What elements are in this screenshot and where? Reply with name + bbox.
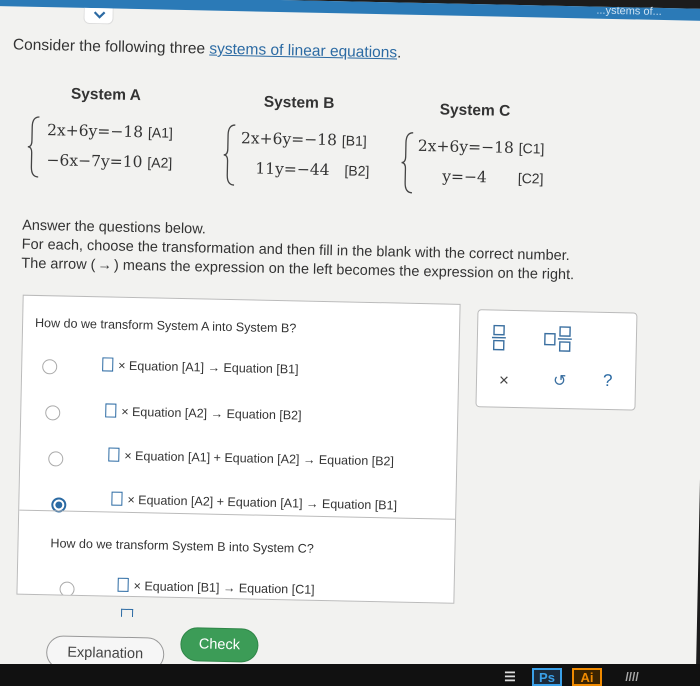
instructions: Answer the questions below. For each, ch…: [21, 217, 575, 286]
clear-icon[interactable]: ×: [499, 371, 509, 391]
systems-link[interactable]: systems of linear equations: [209, 41, 397, 62]
equation-a1-tag: [A1]: [147, 124, 174, 141]
menu-icon[interactable]: ☰: [497, 668, 523, 686]
equation-b2: 11y=−44 [B2]: [255, 160, 369, 180]
question1-option3-text: × Equation [A1] + Equation [A2] → Equati…: [124, 448, 395, 469]
blank-input[interactable]: [117, 577, 129, 592]
question1-option3: × Equation [A1] + Equation [A2] → Equati…: [108, 447, 394, 468]
help-icon[interactable]: ?: [603, 371, 613, 391]
question2-option1: × Equation [B1] → Equation [C1]: [117, 577, 315, 597]
question2-option1-text: × Equation [B1] → Equation [C1]: [133, 579, 315, 597]
question1-option2-radio[interactable]: [45, 405, 61, 421]
question1-option1-radio[interactable]: [42, 359, 58, 375]
question1-prompt: How do we transform System A into System…: [34, 315, 297, 336]
collapse-tab[interactable]: [83, 7, 114, 25]
question1-option2-text: × Equation [A2] → Equation [B2]: [121, 404, 302, 423]
system-b-brace: [223, 124, 236, 186]
equation-b2-tag: [B2]: [344, 162, 370, 179]
blank-input[interactable]: [108, 447, 120, 462]
question1-option2: × Equation [A2] → Equation [B2]: [105, 403, 302, 423]
equation-a2-tag: [A2]: [147, 154, 173, 171]
blank-input[interactable]: [120, 608, 134, 618]
system-a-heading: System A: [70, 85, 142, 105]
system-b-heading: System B: [263, 93, 335, 113]
app-icon[interactable]: ////: [612, 668, 652, 686]
topbar-title: ...ystems of...: [596, 4, 662, 18]
question-panel: How do we transform System A into System…: [16, 294, 461, 604]
question2-option1-radio[interactable]: [59, 581, 75, 597]
math-toolbox: × ↺ ?: [475, 309, 638, 411]
mixed-number-icon[interactable]: [544, 326, 573, 353]
illustrator-icon[interactable]: Ai: [572, 668, 602, 686]
equation-c1: 2x+6y=−18 [C1]: [418, 137, 545, 158]
equation-a2: −6x−7y=10 [A2]: [46, 151, 172, 172]
question1-option1: × Equation [A1] → Equation [B1]: [102, 357, 299, 376]
equation-b2-text: 11y=−44: [255, 159, 330, 180]
fraction-icon[interactable]: [491, 324, 507, 351]
instructions-line3-prefix: The arrow (: [21, 255, 96, 274]
equation-b1-tag: [B1]: [341, 132, 367, 149]
screen: ...ystems of... Consider the following t…: [0, 0, 700, 686]
system-c-brace: [401, 132, 414, 194]
equation-c2: y=−4 [C2]: [442, 167, 544, 187]
taskbar: ☰ Ps Ai ////: [0, 664, 700, 686]
intro-text: Consider the following three systems of …: [13, 36, 402, 62]
undo-icon[interactable]: ↺: [553, 371, 567, 391]
blank-input[interactable]: [111, 491, 123, 506]
question1-option4-text: × Equation [A2] + Equation [A1] → Equati…: [127, 492, 398, 513]
question1-option4: × Equation [A2] + Equation [A1] → Equati…: [111, 491, 398, 513]
equation-b1-text: 2x+6y=−18: [240, 129, 338, 150]
intro-prefix: Consider the following three: [12, 36, 210, 58]
intro-suffix: .: [396, 44, 402, 62]
equation-c1-tag: [C1]: [518, 140, 545, 157]
equation-c2-text: y=−4: [442, 167, 488, 187]
equation-b1: 2x+6y=−18 [B1]: [241, 129, 367, 150]
photoshop-icon[interactable]: Ps: [532, 668, 562, 686]
system-a-brace: [27, 116, 40, 178]
equation-c2-tag: [C2]: [517, 170, 544, 187]
equation-c1-text: 2x+6y=−18: [417, 136, 514, 157]
question2-prompt: How do we transform System B into System…: [50, 536, 314, 556]
equation-a1: 2x+6y=−18 [A1]: [47, 121, 173, 142]
equation-a1-text: 2x+6y=−18: [46, 121, 144, 142]
blank-input[interactable]: [105, 403, 117, 418]
equation-a2-text: −6x−7y=10: [46, 151, 143, 172]
question1-option1-text: × Equation [A1] → Equation [B1]: [118, 358, 299, 377]
chevron-down-icon: [93, 11, 106, 19]
check-button[interactable]: Check: [180, 627, 259, 663]
system-c-heading: System C: [439, 101, 511, 120]
arrow-icon: →: [97, 257, 113, 274]
question1-option3-radio[interactable]: [48, 451, 64, 467]
blank-input[interactable]: [102, 357, 114, 372]
